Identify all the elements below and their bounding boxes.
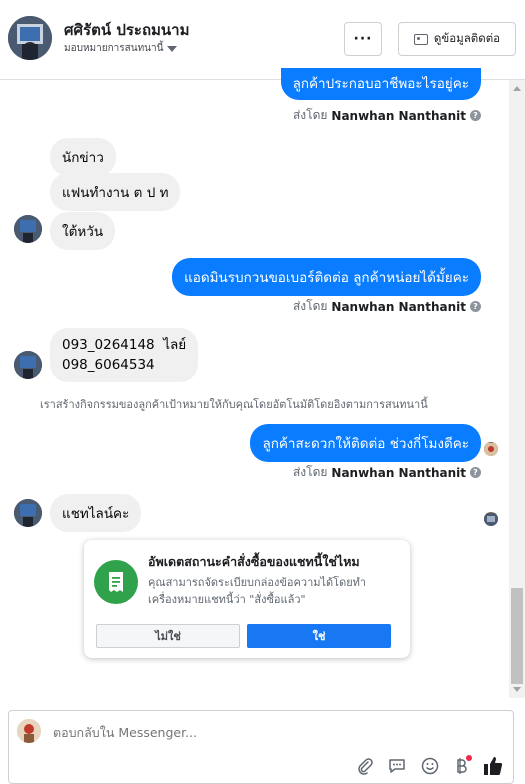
- yes-button[interactable]: ใช่: [247, 624, 391, 648]
- seen-avatar: [484, 442, 498, 456]
- message-outgoing[interactable]: แอดมินรบกวนขอเบอร์ติดต่อ ลูกค้าหน่อยได้ม…: [172, 258, 481, 296]
- emoji-icon[interactable]: [419, 755, 441, 777]
- sent-by-label: ส่งโดย Nanwhan Nanthanit ?: [293, 463, 481, 482]
- help-icon[interactable]: ?: [470, 301, 481, 312]
- receipt-icon: [94, 560, 138, 604]
- prompt-body: คุณสามารถจัดระเบียบกล่องข้อความได้โดยทำเ…: [148, 576, 367, 606]
- customer-avatar: [14, 215, 42, 243]
- sent-by-prefix: ส่งโดย: [292, 108, 328, 122]
- view-contact-button[interactable]: ดูข้อมูลติดต่อ: [398, 22, 516, 56]
- message-line: 098_6064534: [62, 357, 155, 373]
- assign-label: มอบหมายการสนทนานี้: [64, 43, 164, 54]
- sent-by-name: Nanwhan Nanthanit: [331, 299, 466, 314]
- notification-dot: [466, 755, 472, 761]
- assign-conversation-dropdown[interactable]: มอบหมายการสนทนานี้: [64, 41, 178, 56]
- sent-by-name: Nanwhan Nanthanit: [331, 465, 466, 480]
- message-incoming[interactable]: ใต้หวัน: [50, 212, 116, 250]
- sent-by-label: ส่งโดย Nanwhan Nanthanit ?: [293, 297, 481, 316]
- message-line: 093_0264148 ไลย์: [62, 337, 187, 353]
- attachment-icon[interactable]: [354, 755, 376, 777]
- sent-by-name: Nanwhan Nanthanit: [331, 108, 466, 123]
- no-button[interactable]: ไม่ใช่: [96, 624, 240, 648]
- order-status-prompt: อัพเดตสถานะคำสั่งซื้อของแชทนี้ใช่ไหม คุณ…: [84, 540, 410, 658]
- scrollbar-thumb[interactable]: [511, 588, 523, 684]
- system-note: เราสร้างกิจกรรมของลูกค้าเป้าหมายให้กับคุ…: [40, 398, 428, 411]
- like-icon[interactable]: [482, 755, 504, 777]
- message-incoming[interactable]: แชทไลน์คะ: [50, 494, 142, 532]
- message-incoming[interactable]: 093_0264148 ไลย์ 098_6064534: [50, 328, 199, 382]
- seen-avatar: [484, 512, 498, 526]
- payment-icon[interactable]: [450, 755, 472, 777]
- help-icon[interactable]: ?: [470, 467, 481, 478]
- message-incoming[interactable]: แฟนทำงาน ต ป ท: [50, 173, 181, 211]
- customer-avatar[interactable]: [8, 16, 52, 60]
- scroll-up-icon[interactable]: [513, 86, 521, 91]
- reply-input[interactable]: [53, 725, 453, 740]
- chevron-down-icon: [167, 45, 178, 52]
- customer-name: ศศิรัตน์ ประถมนาม: [64, 21, 190, 39]
- customer-avatar: [14, 499, 42, 527]
- more-options-button[interactable]: ···: [344, 22, 382, 56]
- customer-avatar: [14, 351, 42, 379]
- sent-by-label: ส่งโดย Nanwhan Nanthanit ?: [293, 106, 481, 125]
- sent-by-prefix: ส่งโดย: [292, 299, 328, 313]
- help-icon[interactable]: ?: [470, 110, 481, 121]
- saved-replies-icon[interactable]: [386, 755, 408, 777]
- reply-composer: [8, 710, 514, 784]
- agent-avatar: [17, 719, 41, 743]
- view-contact-label: ดูข้อมูลติดต่อ: [433, 31, 501, 45]
- scroll-down-icon[interactable]: [513, 687, 521, 692]
- message-incoming[interactable]: นักข่าว: [50, 138, 116, 176]
- sent-by-prefix: ส่งโดย: [292, 465, 328, 479]
- prompt-title: อัพเดตสถานะคำสั่งซื้อของแชทนี้ใช่ไหม: [148, 554, 360, 569]
- message-outgoing[interactable]: ลูกค้าประกอบอาชีพอะไรอยู่คะ: [280, 68, 481, 100]
- message-scrollbar[interactable]: [509, 80, 525, 698]
- message-outgoing[interactable]: ลูกค้าสะดวกให้ติดต่อ ช่วงกี่โมงดีคะ: [250, 424, 481, 462]
- contact-card-icon: [413, 33, 428, 45]
